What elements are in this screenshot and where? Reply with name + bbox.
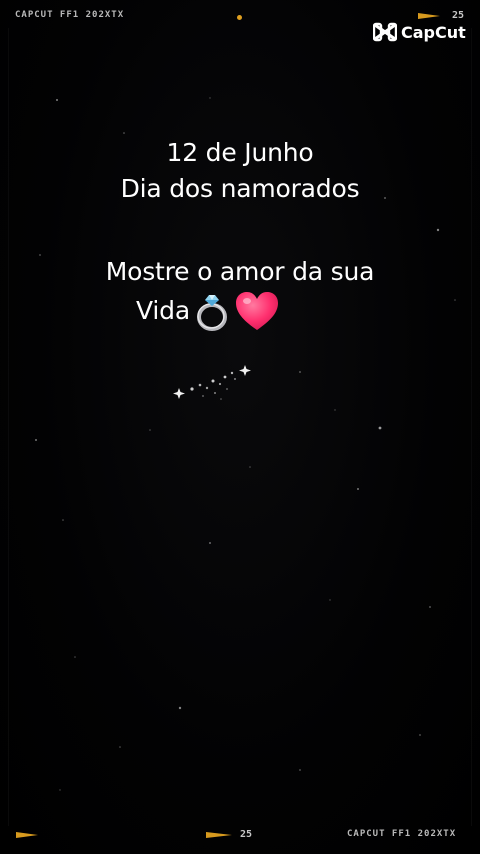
video-frame: CAPCUT FF1 202XTX 25 CapCut 12 de Junho … xyxy=(0,0,480,854)
film-strip-number-top: 25 xyxy=(452,10,465,21)
watermark-label: CapCut xyxy=(401,22,466,42)
film-strip-dot xyxy=(237,15,242,20)
last-word: Vida xyxy=(136,296,190,325)
sparkle-trail xyxy=(173,365,251,400)
capcut-logo-icon xyxy=(373,22,397,42)
heart-icon xyxy=(235,292,278,330)
occasion-line: Dia dos namorados xyxy=(120,174,360,203)
film-strip-label-top: CAPCUT FF1 202XTX xyxy=(15,10,125,20)
ring-icon xyxy=(196,295,227,331)
film-strip-number-bottom: 25 xyxy=(240,829,253,840)
date-line: 12 de Junho xyxy=(166,138,314,167)
love-message: Mostre o amor da sua Vida xyxy=(0,254,480,332)
film-arrow-bottom-left xyxy=(16,832,38,838)
film-strip-label-bottom: CAPCUT FF1 202XTX xyxy=(347,829,457,839)
capcut-watermark: CapCut xyxy=(373,22,466,42)
film-arrow-bottom-middle xyxy=(206,832,232,838)
star-field xyxy=(35,97,456,791)
call-to-action-line: Mostre o amor da sua xyxy=(105,257,375,286)
date-message: 12 de Junho Dia dos namorados xyxy=(0,135,480,207)
vida-line: Vida xyxy=(136,290,280,332)
film-arrow-top xyxy=(418,13,440,19)
